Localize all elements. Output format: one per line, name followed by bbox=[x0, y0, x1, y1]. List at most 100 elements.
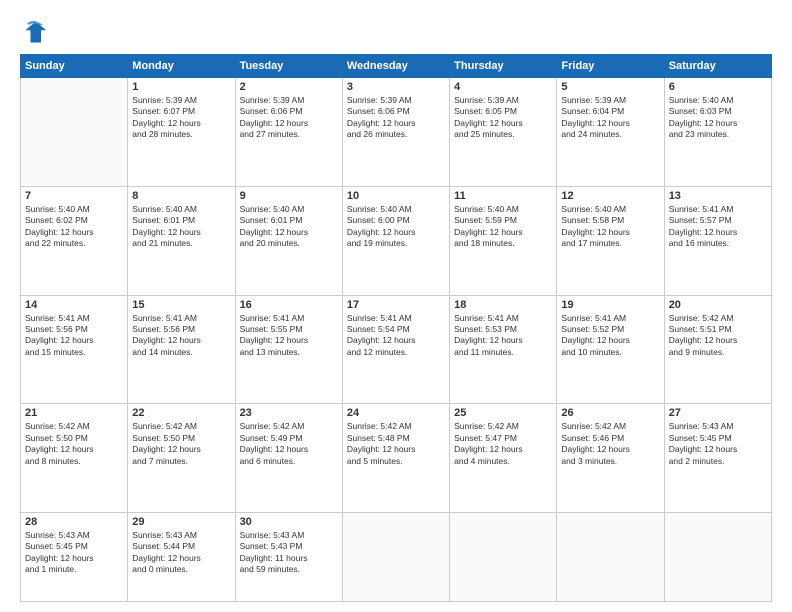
calendar-cell: 6 Sunrise: 5:40 AMSunset: 6:03 PMDaylight… bbox=[664, 78, 771, 187]
day-number: 1 bbox=[132, 81, 230, 93]
col-header-wednesday: Wednesday bbox=[342, 55, 449, 78]
day-info: Sunrise: 5:41 AMSunset: 5:57 PMDaylight:… bbox=[669, 204, 767, 250]
day-number: 30 bbox=[240, 516, 338, 528]
day-number: 23 bbox=[240, 407, 338, 419]
day-info: Sunrise: 5:42 AMSunset: 5:49 PMDaylight:… bbox=[240, 421, 338, 467]
day-number: 19 bbox=[561, 299, 659, 311]
day-info: Sunrise: 5:43 AMSunset: 5:43 PMDaylight:… bbox=[240, 530, 338, 576]
day-number: 12 bbox=[561, 190, 659, 202]
calendar-cell bbox=[342, 513, 449, 602]
day-info: Sunrise: 5:40 AMSunset: 6:01 PMDaylight:… bbox=[132, 204, 230, 250]
day-number: 11 bbox=[454, 190, 552, 202]
day-info: Sunrise: 5:42 AMSunset: 5:50 PMDaylight:… bbox=[132, 421, 230, 467]
day-info: Sunrise: 5:42 AMSunset: 5:46 PMDaylight:… bbox=[561, 421, 659, 467]
week-row-1: 1 Sunrise: 5:39 AMSunset: 6:07 PMDaylight… bbox=[21, 78, 772, 187]
calendar-cell bbox=[450, 513, 557, 602]
day-number: 9 bbox=[240, 190, 338, 202]
calendar-cell: 30 Sunrise: 5:43 AMSunset: 5:43 PMDayligh… bbox=[235, 513, 342, 602]
calendar-cell bbox=[21, 78, 128, 187]
col-header-friday: Friday bbox=[557, 55, 664, 78]
col-header-thursday: Thursday bbox=[450, 55, 557, 78]
calendar-cell: 16 Sunrise: 5:41 AMSunset: 5:55 PMDayligh… bbox=[235, 295, 342, 404]
day-info: Sunrise: 5:41 AMSunset: 5:56 PMDaylight:… bbox=[132, 313, 230, 359]
day-info: Sunrise: 5:41 AMSunset: 5:52 PMDaylight:… bbox=[561, 313, 659, 359]
week-row-4: 21 Sunrise: 5:42 AMSunset: 5:50 PMDayligh… bbox=[21, 404, 772, 513]
day-info: Sunrise: 5:41 AMSunset: 5:54 PMDaylight:… bbox=[347, 313, 445, 359]
calendar-cell: 19 Sunrise: 5:41 AMSunset: 5:52 PMDayligh… bbox=[557, 295, 664, 404]
calendar-cell bbox=[557, 513, 664, 602]
day-info: Sunrise: 5:41 AMSunset: 5:55 PMDaylight:… bbox=[240, 313, 338, 359]
day-info: Sunrise: 5:39 AMSunset: 6:04 PMDaylight:… bbox=[561, 95, 659, 141]
calendar-cell: 24 Sunrise: 5:42 AMSunset: 5:48 PMDayligh… bbox=[342, 404, 449, 513]
calendar-cell: 9 Sunrise: 5:40 AMSunset: 6:01 PMDaylight… bbox=[235, 186, 342, 295]
day-info: Sunrise: 5:40 AMSunset: 5:59 PMDaylight:… bbox=[454, 204, 552, 250]
day-number: 2 bbox=[240, 81, 338, 93]
calendar-cell: 4 Sunrise: 5:39 AMSunset: 6:05 PMDaylight… bbox=[450, 78, 557, 187]
day-number: 7 bbox=[25, 190, 123, 202]
calendar-cell: 18 Sunrise: 5:41 AMSunset: 5:53 PMDayligh… bbox=[450, 295, 557, 404]
calendar-cell: 20Sunrise: 5:42 AMSunset: 5:51 PMDayligh… bbox=[664, 295, 771, 404]
calendar-cell: 27Sunrise: 5:43 AMSunset: 5:45 PMDayligh… bbox=[664, 404, 771, 513]
calendar-cell: 21 Sunrise: 5:42 AMSunset: 5:50 PMDayligh… bbox=[21, 404, 128, 513]
day-info: Sunrise: 5:39 AMSunset: 6:06 PMDaylight:… bbox=[240, 95, 338, 141]
page: SundayMondayTuesdayWednesdayThursdayFrid… bbox=[0, 0, 792, 612]
col-header-sunday: Sunday bbox=[21, 55, 128, 78]
col-header-tuesday: Tuesday bbox=[235, 55, 342, 78]
calendar-cell: 17 Sunrise: 5:41 AMSunset: 5:54 PMDayligh… bbox=[342, 295, 449, 404]
day-number: 3 bbox=[347, 81, 445, 93]
logo bbox=[20, 18, 54, 46]
calendar-cell: 3Sunrise: 5:39 AMSunset: 6:06 PMDaylight… bbox=[342, 78, 449, 187]
day-number: 26 bbox=[561, 407, 659, 419]
week-row-2: 7 Sunrise: 5:40 AMSunset: 6:02 PMDaylight… bbox=[21, 186, 772, 295]
day-number: 8 bbox=[132, 190, 230, 202]
day-info: Sunrise: 5:41 AMSunset: 5:56 PMDaylight:… bbox=[25, 313, 123, 359]
day-number: 15 bbox=[132, 299, 230, 311]
calendar-cell bbox=[664, 513, 771, 602]
day-info: Sunrise: 5:39 AMSunset: 6:05 PMDaylight:… bbox=[454, 95, 552, 141]
calendar-cell: 10Sunrise: 5:40 AMSunset: 6:00 PMDayligh… bbox=[342, 186, 449, 295]
calendar-cell: 25 Sunrise: 5:42 AMSunset: 5:47 PMDayligh… bbox=[450, 404, 557, 513]
day-number: 20 bbox=[669, 299, 767, 311]
day-info: Sunrise: 5:43 AMSunset: 5:44 PMDaylight:… bbox=[132, 530, 230, 576]
day-number: 16 bbox=[240, 299, 338, 311]
calendar-cell: 22 Sunrise: 5:42 AMSunset: 5:50 PMDayligh… bbox=[128, 404, 235, 513]
day-number: 21 bbox=[25, 407, 123, 419]
day-number: 14 bbox=[25, 299, 123, 311]
day-number: 6 bbox=[669, 81, 767, 93]
calendar-header-row: SundayMondayTuesdayWednesdayThursdayFrid… bbox=[21, 55, 772, 78]
day-number: 13 bbox=[669, 190, 767, 202]
calendar-cell: 28 Sunrise: 5:43 AMSunset: 5:45 PMDayligh… bbox=[21, 513, 128, 602]
logo-icon bbox=[20, 18, 48, 46]
calendar-cell: 29 Sunrise: 5:43 AMSunset: 5:44 PMDayligh… bbox=[128, 513, 235, 602]
day-number: 22 bbox=[132, 407, 230, 419]
day-info: Sunrise: 5:42 AMSunset: 5:50 PMDaylight:… bbox=[25, 421, 123, 467]
calendar-cell: 8 Sunrise: 5:40 AMSunset: 6:01 PMDaylight… bbox=[128, 186, 235, 295]
week-row-5: 28 Sunrise: 5:43 AMSunset: 5:45 PMDayligh… bbox=[21, 513, 772, 602]
day-number: 24 bbox=[347, 407, 445, 419]
day-number: 29 bbox=[132, 516, 230, 528]
day-number: 4 bbox=[454, 81, 552, 93]
day-number: 10 bbox=[347, 190, 445, 202]
day-info: Sunrise: 5:40 AMSunset: 6:03 PMDaylight:… bbox=[669, 95, 767, 141]
day-info: Sunrise: 5:42 AMSunset: 5:48 PMDaylight:… bbox=[347, 421, 445, 467]
day-number: 17 bbox=[347, 299, 445, 311]
calendar-cell: 23 Sunrise: 5:42 AMSunset: 5:49 PMDayligh… bbox=[235, 404, 342, 513]
header bbox=[20, 18, 772, 46]
day-info: Sunrise: 5:43 AMSunset: 5:45 PMDaylight:… bbox=[25, 530, 123, 576]
day-number: 28 bbox=[25, 516, 123, 528]
week-row-3: 14 Sunrise: 5:41 AMSunset: 5:56 PMDayligh… bbox=[21, 295, 772, 404]
day-info: Sunrise: 5:40 AMSunset: 6:01 PMDaylight:… bbox=[240, 204, 338, 250]
day-number: 5 bbox=[561, 81, 659, 93]
day-number: 18 bbox=[454, 299, 552, 311]
day-number: 25 bbox=[454, 407, 552, 419]
calendar-cell: 1 Sunrise: 5:39 AMSunset: 6:07 PMDaylight… bbox=[128, 78, 235, 187]
calendar-cell: 13 Sunrise: 5:41 AMSunset: 5:57 PMDayligh… bbox=[664, 186, 771, 295]
day-info: Sunrise: 5:40 AMSunset: 6:02 PMDaylight:… bbox=[25, 204, 123, 250]
calendar-cell: 14 Sunrise: 5:41 AMSunset: 5:56 PMDayligh… bbox=[21, 295, 128, 404]
calendar-cell: 5 Sunrise: 5:39 AMSunset: 6:04 PMDaylight… bbox=[557, 78, 664, 187]
day-info: Sunrise: 5:42 AMSunset: 5:47 PMDaylight:… bbox=[454, 421, 552, 467]
calendar-cell: 2 Sunrise: 5:39 AMSunset: 6:06 PMDaylight… bbox=[235, 78, 342, 187]
calendar-table: SundayMondayTuesdayWednesdayThursdayFrid… bbox=[20, 54, 772, 602]
day-info: Sunrise: 5:41 AMSunset: 5:53 PMDaylight:… bbox=[454, 313, 552, 359]
day-info: Sunrise: 5:39 AMSunset: 6:07 PMDaylight:… bbox=[132, 95, 230, 141]
